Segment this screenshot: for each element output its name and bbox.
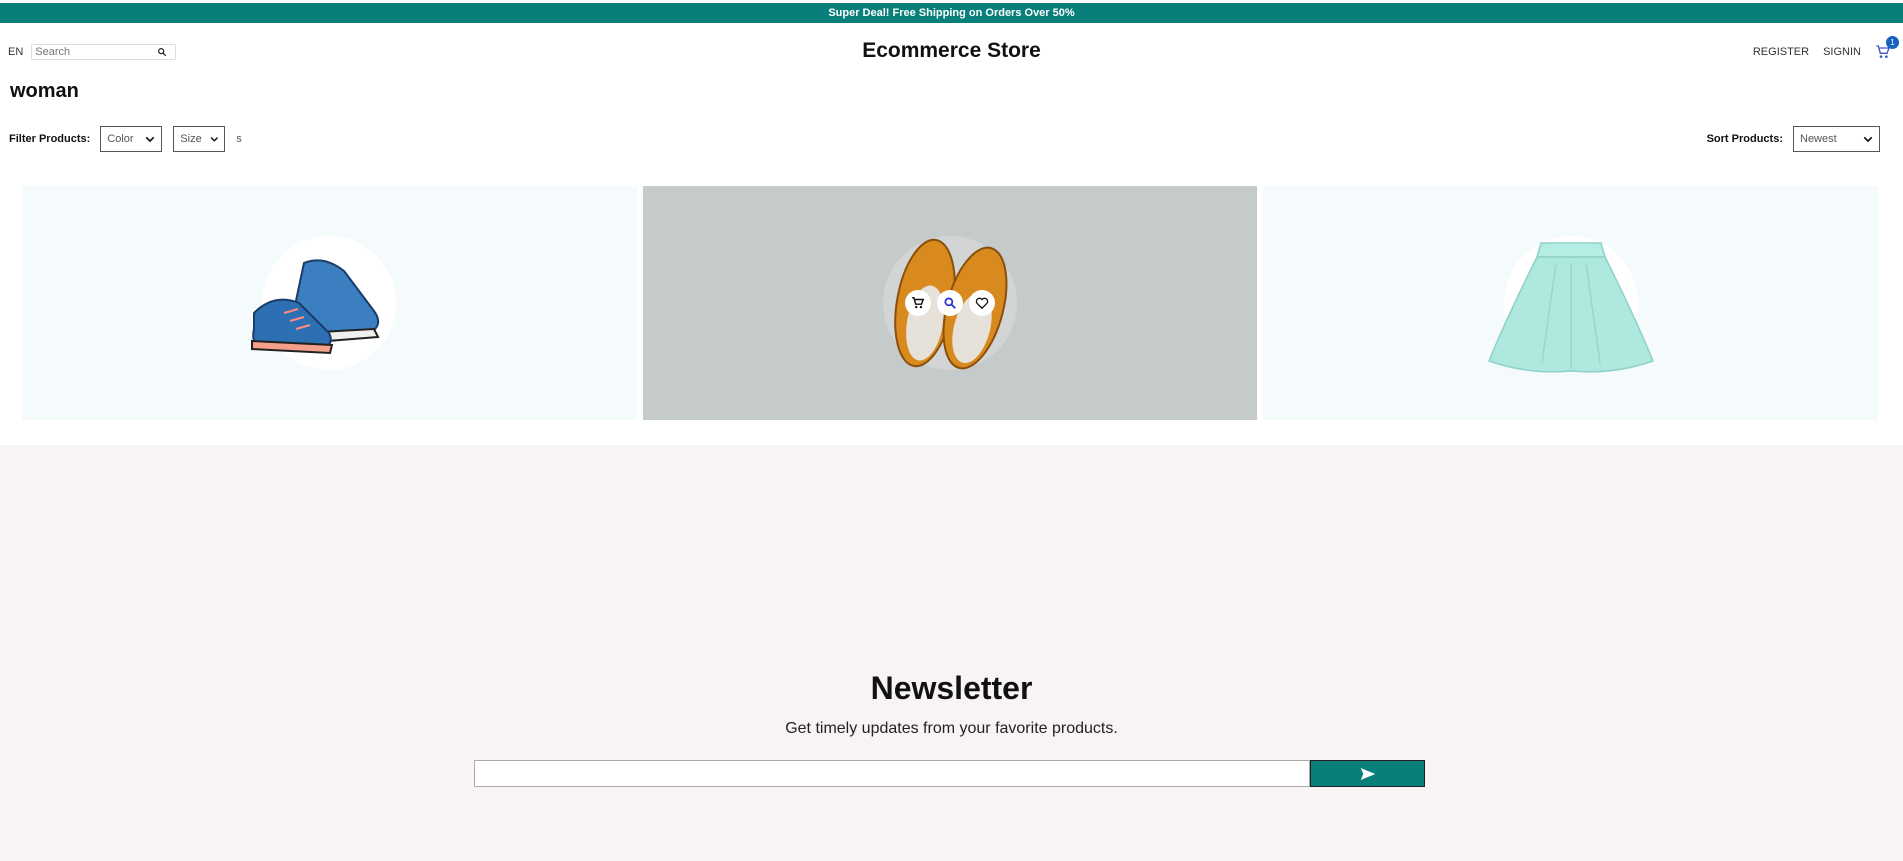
cart-count-badge: 1 xyxy=(1886,36,1899,49)
nav-right: REGISTER SIGNIN 1 xyxy=(1753,36,1899,60)
cart-icon xyxy=(912,297,925,309)
newsletter-section: Newsletter Get timely updates from your … xyxy=(0,445,1903,861)
size-select-value: Size xyxy=(180,133,202,145)
quick-view-button[interactable] xyxy=(937,290,963,316)
sort-select[interactable]: Newest xyxy=(1793,126,1880,152)
newsletter-description: Get timely updates from your favorite pr… xyxy=(785,720,1118,737)
filter-row: Filter Products: Color Size s Sort Produ… xyxy=(0,126,1903,152)
signin-link[interactable]: SIGNIN xyxy=(1823,46,1861,58)
language-selector[interactable]: EN xyxy=(8,46,23,58)
heart-icon xyxy=(975,297,989,310)
search-box xyxy=(31,44,177,60)
zoom-icon xyxy=(944,297,956,309)
product-card-skirt[interactable] xyxy=(1263,186,1879,420)
size-select[interactable]: Size xyxy=(173,126,226,152)
filter-extra-text: s xyxy=(236,133,242,145)
chevron-down-icon xyxy=(145,136,155,143)
sort-group: Sort Products: Newest xyxy=(1707,126,1880,152)
filter-label: Filter Products: xyxy=(9,133,91,145)
sort-select-value: Newest xyxy=(1800,133,1837,145)
product-grid xyxy=(22,186,1879,420)
category-title: woman xyxy=(10,80,79,102)
product-card-leather-shoes[interactable] xyxy=(642,186,1258,420)
register-link[interactable]: REGISTER xyxy=(1753,46,1809,58)
chevron-down-icon xyxy=(210,137,218,142)
nav-left: EN xyxy=(8,44,177,60)
store-logo: Ecommerce Store xyxy=(862,39,1041,62)
product-image-skirt xyxy=(1487,242,1654,373)
filter-group: Filter Products: Color Size s xyxy=(9,126,242,152)
product-card-sneakers[interactable] xyxy=(22,186,637,420)
newsletter-submit-button[interactable] xyxy=(1310,760,1425,787)
newsletter-form xyxy=(474,760,1425,787)
color-select[interactable]: Color xyxy=(100,126,163,152)
search-input[interactable] xyxy=(32,46,158,58)
send-icon xyxy=(1360,767,1375,780)
search-icon[interactable] xyxy=(157,47,167,57)
announcement-bar: Super Deal! Free Shipping on Orders Over… xyxy=(0,3,1903,23)
newsletter-title: Newsletter xyxy=(870,670,1033,706)
product-image-sneakers xyxy=(251,259,380,355)
sort-label: Sort Products: xyxy=(1706,133,1783,145)
navbar: EN Ecommerce Store REGISTER SIGNIN 1 xyxy=(0,30,1903,74)
add-to-cart-button[interactable] xyxy=(905,290,931,316)
product-actions xyxy=(905,290,995,316)
cart-button[interactable]: 1 xyxy=(1875,36,1899,60)
color-select-value: Color xyxy=(107,133,134,145)
chevron-down-icon xyxy=(1863,136,1873,143)
newsletter-email-input[interactable] xyxy=(474,760,1310,787)
wishlist-button[interactable] xyxy=(969,290,995,316)
